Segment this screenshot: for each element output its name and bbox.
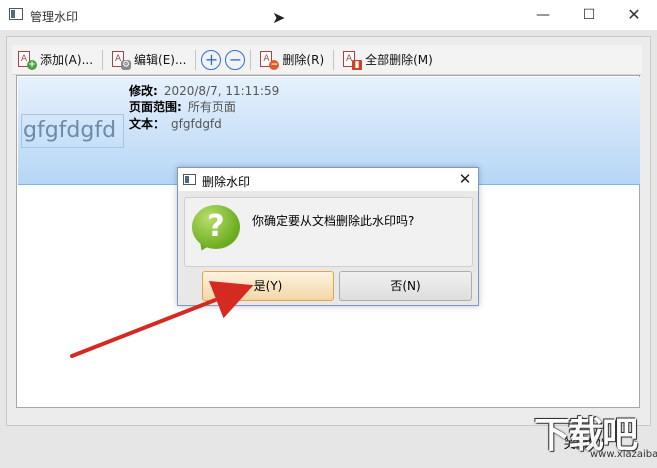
dialog-title: 删除水印	[202, 175, 251, 189]
modified-value: 2020/8/7, 11:11:59	[163, 84, 280, 98]
edit-button[interactable]: A ⚙ 编辑(E)...	[106, 47, 190, 73]
yes-button[interactable]: 是(Y)	[202, 271, 334, 301]
modified-label: 修改:	[129, 84, 158, 98]
watermark-preview: gfgfdgfd	[21, 114, 124, 148]
zoom-in-button[interactable]: +	[201, 49, 222, 70]
delete-all-button[interactable]: A ▮ 全部删除(M)	[337, 47, 437, 73]
title-bar: 管理水印 ➤ — ☐ ✕	[0, 0, 657, 31]
maximize-button[interactable]: ☐	[566, 0, 612, 31]
delete-button-label: 删除(R)	[282, 53, 325, 67]
site-watermark-logo: 下载吧 www.xiazaiba.com	[530, 406, 657, 462]
no-button[interactable]: 否(N)	[339, 271, 472, 301]
dialog-message: 你确定要从文档删除此水印吗?	[252, 214, 415, 228]
toolbar-divider	[102, 49, 104, 70]
toolbar-divider	[333, 49, 335, 70]
app-icon	[9, 8, 23, 20]
text-row: 文本： gfgfdgfd	[129, 115, 222, 132]
page-range-value: 所有页面	[187, 100, 236, 114]
delete-button[interactable]: A − 删除(R)	[254, 47, 328, 73]
add-button-label: 添加(A)...	[40, 53, 94, 67]
window-title: 管理水印	[30, 10, 79, 24]
mouse-cursor-icon: ➤	[272, 8, 286, 27]
window-close-button[interactable]: ✕	[611, 0, 657, 31]
delete-watermark-icon: A −	[258, 49, 280, 71]
delete-all-icon: A ▮	[341, 49, 363, 71]
dialog-message-panel: ? 你确定要从文档删除此水印吗?	[184, 197, 473, 267]
toolbar-divider	[250, 49, 252, 70]
question-icon: ?	[192, 205, 240, 254]
edit-button-label: 编辑(E)...	[134, 53, 187, 67]
text-value: gfgfdgfd	[171, 117, 222, 131]
modified-row: 修改: 2020/8/7, 11:11:59	[129, 82, 279, 99]
dialog-app-icon	[183, 174, 196, 185]
page-range-label: 页面范围:	[129, 100, 182, 114]
minimize-button[interactable]: —	[520, 0, 566, 31]
toolbar-divider	[195, 49, 197, 70]
add-watermark-icon: A +	[16, 49, 38, 71]
delete-watermark-dialog: 删除水印 ✕ ? 你确定要从文档删除此水印吗? 是(Y) 否(N)	[177, 167, 479, 306]
dialog-title-bar: 删除水印 ✕	[178, 168, 478, 191]
add-button[interactable]: A + 添加(A)...	[12, 47, 97, 73]
edit-watermark-icon: A ⚙	[110, 49, 132, 71]
text-label: 文本：	[129, 117, 166, 131]
delete-all-button-label: 全部删除(M)	[365, 53, 433, 67]
logo-url: www.xiazaiba.com	[590, 449, 657, 460]
zoom-out-button[interactable]: −	[225, 49, 246, 70]
dialog-close-button[interactable]: ✕	[454, 169, 476, 190]
toolbar: A + 添加(A)... A ⚙ 编辑(E)... + − A − 删除(R) A ▮ …	[12, 45, 642, 75]
page-range-row: 页面范围: 所有页面	[129, 98, 236, 115]
